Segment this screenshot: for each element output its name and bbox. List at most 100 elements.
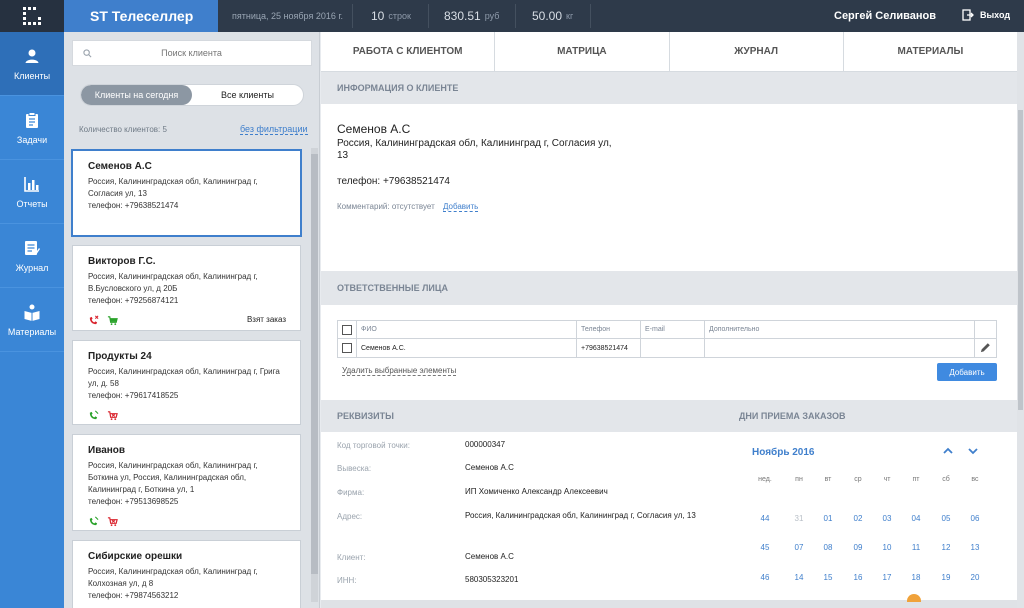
toggle-today[interactable]: Клиенты на сегодня xyxy=(81,85,192,105)
nav-reports-label: Отчеты xyxy=(16,198,48,209)
calendar-day[interactable]: 03 xyxy=(872,514,902,523)
client-name: Продукты 24 xyxy=(88,351,152,362)
search-icon xyxy=(83,48,92,57)
client-address: Россия, Калининградская обл, Калининград… xyxy=(88,177,258,198)
nav-materials[interactable]: Материалы xyxy=(0,288,64,352)
search-input[interactable] xyxy=(92,48,291,58)
client-card[interactable]: Иванов Россия, Калининградская обл, Кали… xyxy=(72,434,301,531)
scrollbar-thumb[interactable] xyxy=(311,154,318,574)
toggle-all[interactable]: Все клиенты xyxy=(192,85,303,105)
requisites-header: РЕКВИЗИТЫ ДНИ ПРИЕМА ЗАКАЗОВ xyxy=(321,400,1017,432)
client-info-address-2: 13 xyxy=(337,150,349,161)
nav-journal-label: Журнал xyxy=(15,262,49,273)
search-box[interactable] xyxy=(72,40,312,66)
highlight-marker xyxy=(907,594,921,602)
client-info-header: ИНФОРМАЦИЯ О КЛИЕНТЕ xyxy=(321,72,1017,104)
calendar-day[interactable]: 12 xyxy=(931,543,961,552)
logo-icon[interactable] xyxy=(0,0,64,32)
field-value: ИП Хомиченко Александр Алексеевич xyxy=(465,487,608,496)
calendar-day[interactable]: 18 xyxy=(901,573,931,582)
nav-tasks[interactable]: Задачи xyxy=(0,96,64,160)
calendar-day[interactable]: 07 xyxy=(784,543,814,552)
client-name: Иванов xyxy=(88,445,126,456)
calendar-day[interactable]: 05 xyxy=(931,514,961,523)
user-name[interactable]: Сергей Селиванов xyxy=(834,10,936,22)
calendar-day[interactable]: 10 xyxy=(872,543,902,552)
client-card[interactable]: Продукты 24 Россия, Калининградская обл,… xyxy=(72,340,301,425)
select-all-checkbox[interactable] xyxy=(342,324,352,335)
add-contact-button[interactable]: Добавить xyxy=(937,363,997,381)
field-value: 000000347 xyxy=(465,440,506,449)
book-icon xyxy=(24,304,40,321)
client-card[interactable]: Викторов Г.С. Россия, Калининградская об… xyxy=(72,245,301,331)
client-filter-toggle[interactable]: Клиенты на сегодня Все клиенты xyxy=(80,84,304,106)
column-header: E-mail xyxy=(640,320,705,339)
cart-icon[interactable] xyxy=(107,516,118,527)
column-header: Дополнительно xyxy=(704,320,975,339)
client-phone: телефон: +79256874121 xyxy=(88,296,179,305)
clipboard-icon xyxy=(26,111,38,128)
weight-unit: кг xyxy=(566,11,574,21)
card-actions xyxy=(88,516,285,527)
tab-journal[interactable]: ЖУРНАЛ xyxy=(670,32,844,71)
calendar-day[interactable]: 01 xyxy=(813,514,843,523)
weekday-label: нед. xyxy=(758,476,772,483)
client-phone: телефон: +79874563212 xyxy=(88,591,179,600)
field-value: Семенов А.С xyxy=(465,552,514,561)
edit-pencil-icon[interactable] xyxy=(980,342,991,353)
calendar-day[interactable]: 20 xyxy=(960,573,990,582)
calendar-day[interactable]: 11 xyxy=(901,543,931,552)
client-card[interactable]: Сибирские орешки Россия, Калининградская… xyxy=(72,540,301,608)
chevron-down-icon[interactable] xyxy=(967,445,979,457)
delete-selected-link[interactable]: Удалить выбранные элементы xyxy=(342,366,457,376)
calendar-day[interactable]: 31 xyxy=(784,514,814,523)
calendar-day[interactable]: 04 xyxy=(901,514,931,523)
tab-materials[interactable]: МАТЕРИАЛЫ xyxy=(844,32,1017,71)
nav-clients-label: Клиенты xyxy=(13,70,51,81)
calendar-day[interactable]: 15 xyxy=(813,573,843,582)
add-comment-link[interactable]: Добавить xyxy=(442,202,479,212)
tab-matrix[interactable]: МАТРИЦА xyxy=(495,32,670,71)
client-name: Семенов А.С xyxy=(88,161,152,172)
main-scrollbar[interactable] xyxy=(1017,32,1024,608)
nav-clients[interactable]: Клиенты xyxy=(0,32,64,96)
calendar-day[interactable]: 08 xyxy=(813,543,843,552)
client-phone: телефон: +79513698525 xyxy=(88,497,179,506)
top-bar: ST Телеселлер пятница, 25 ноября 2016 г.… xyxy=(0,0,1024,32)
person-icon xyxy=(25,49,39,63)
rows-count: 10 xyxy=(371,9,385,23)
table-row[interactable]: Семенов А.С. +79638521474 xyxy=(337,338,997,358)
field-label: ИНН: xyxy=(337,576,357,585)
scrollbar-thumb[interactable] xyxy=(1018,110,1023,410)
calendar-day[interactable]: 13 xyxy=(960,543,990,552)
card-actions xyxy=(88,410,285,421)
weekday-label: вт xyxy=(824,476,832,483)
chevron-up-icon[interactable] xyxy=(942,445,954,457)
row-checkbox[interactable] xyxy=(342,343,352,353)
nav-journal[interactable]: Журнал xyxy=(0,224,64,288)
logout-button[interactable]: Выход xyxy=(962,9,1010,21)
calendar-day[interactable]: 09 xyxy=(843,543,873,552)
column-header: Телефон xyxy=(576,320,641,339)
calendar-day[interactable]: 06 xyxy=(960,514,990,523)
no-filter-link[interactable]: без фильтрации xyxy=(240,124,308,135)
call-icon[interactable] xyxy=(88,410,99,421)
cell-phone: +79638521474 xyxy=(576,338,641,358)
cart-icon[interactable] xyxy=(107,410,118,421)
calendar-day[interactable]: 17 xyxy=(872,573,902,582)
calendar-day[interactable]: 16 xyxy=(843,573,873,582)
tab-client-work[interactable]: РАБОТА С КЛИЕНТОМ xyxy=(321,32,496,71)
calendar-day[interactable]: 14 xyxy=(784,573,814,582)
calendar-day[interactable]: 02 xyxy=(843,514,873,523)
clients-panel: Клиенты на сегодня Все клиенты Количеств… xyxy=(64,32,320,608)
missed-call-icon[interactable] xyxy=(88,315,99,326)
client-list-scrollbar[interactable] xyxy=(311,148,318,602)
cart-icon[interactable] xyxy=(107,315,118,326)
client-address: Россия, Калининградская обл, Калининград… xyxy=(88,461,258,494)
divider xyxy=(590,4,591,28)
main-content: РАБОТА С КЛИЕНТОМ МАТРИЦА ЖУРНАЛ МАТЕРИА… xyxy=(321,32,1024,608)
call-icon[interactable] xyxy=(88,516,99,527)
calendar-day[interactable]: 19 xyxy=(931,573,961,582)
nav-reports[interactable]: Отчеты xyxy=(0,160,64,224)
client-card[interactable]: Семенов А.С Россия, Калининградская обл,… xyxy=(72,150,301,236)
